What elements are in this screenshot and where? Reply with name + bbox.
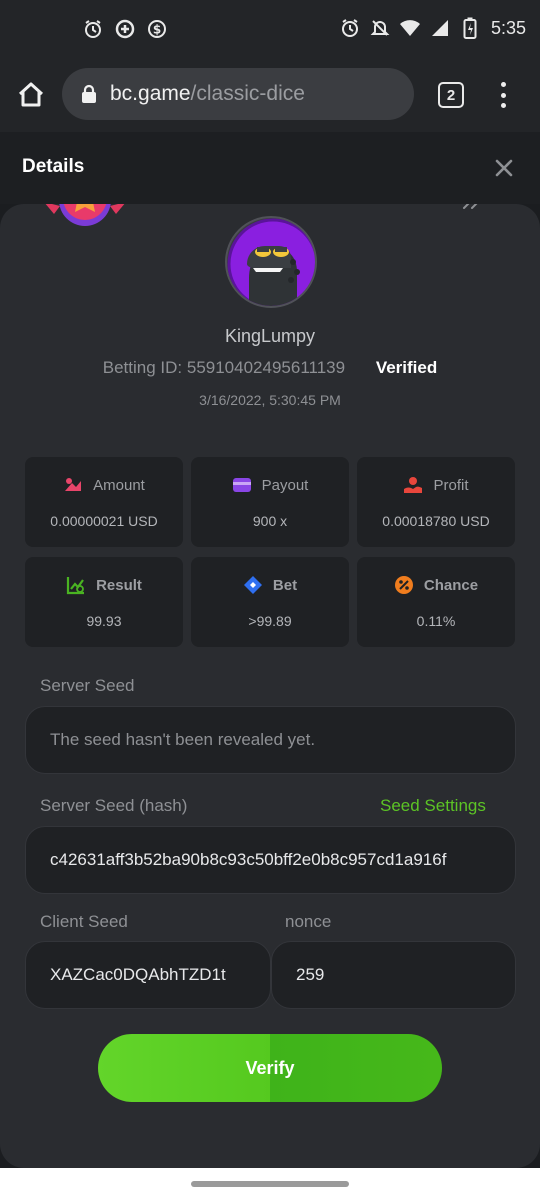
result-chart-icon <box>66 575 86 595</box>
close-icon[interactable] <box>492 156 516 180</box>
betting-id-row: Betting ID: 55910402495611139 Verified <box>0 358 540 378</box>
alarm-icon <box>82 18 104 40</box>
stat-value: 0.00000021 USD <box>50 513 158 529</box>
username: KingLumpy <box>224 326 316 346</box>
dialog-header: Details <box>0 132 540 204</box>
seed-settings-link[interactable]: Seed Settings <box>380 796 486 816</box>
dollar-circle-icon: $ <box>146 18 168 40</box>
server-seed-hash-field[interactable]: c42631aff3b52ba90b8c93c50bff2e0b8c957cd1… <box>25 826 516 894</box>
stat-value: >99.89 <box>248 613 292 629</box>
nonce-label: nonce <box>285 912 332 931</box>
address-bar[interactable]: bc.game/classic-dice <box>62 68 414 120</box>
server-seed-label: Server Seed <box>40 676 135 695</box>
profit-icon <box>403 475 423 495</box>
status-bar: $ 5:35 <box>0 0 540 60</box>
stat-result: Result 99.93 <box>25 557 183 647</box>
stat-value: 99.93 <box>86 613 122 629</box>
stat-profit: Profit 0.00018780 USD <box>357 457 515 547</box>
svg-text:$: $ <box>153 23 161 37</box>
data-saver-icon <box>114 18 136 40</box>
home-gesture-handle[interactable] <box>191 1181 349 1187</box>
nonce-field[interactable]: 259 <box>271 941 516 1009</box>
wifi-icon <box>399 17 421 39</box>
bet-timestamp: 3/16/2022, 5:30:45 PM <box>199 392 341 408</box>
wallet-icon <box>232 475 252 495</box>
stat-chance: Chance 0.11% <box>357 557 515 647</box>
stat-bet: Bet >99.89 <box>191 557 349 647</box>
dialog-title: Details <box>22 156 85 177</box>
alarm-icon <box>339 17 361 39</box>
navigation-bar <box>0 1168 540 1200</box>
verified-badge: Verified <box>375 358 438 377</box>
avatar <box>225 216 317 308</box>
status-left-icons: $ <box>82 18 168 40</box>
stat-label: Profit <box>433 476 469 494</box>
medal-badge-icon <box>42 204 128 232</box>
stat-value: 900 x <box>252 513 288 529</box>
stat-value: 0.11% <box>416 613 456 629</box>
server-seed-field[interactable]: The seed hasn't been revealed yet. <box>25 706 516 774</box>
verify-button[interactable]: Verify <box>98 1034 442 1102</box>
url-path: /classic-dice <box>190 82 305 105</box>
notifications-off-icon <box>369 17 391 39</box>
amount-icon <box>63 475 83 495</box>
battery-icon <box>459 17 481 39</box>
signal-icon <box>429 17 451 39</box>
more-menu-icon[interactable] <box>494 80 512 110</box>
share-icon[interactable] <box>462 204 484 212</box>
stat-label: Bet <box>272 576 298 594</box>
bet-icon <box>243 575 263 595</box>
betting-id: Betting ID: 55910402495611139 <box>102 358 346 377</box>
stat-amount: Amount 0.00000021 USD <box>25 457 183 547</box>
lock-icon <box>80 84 98 104</box>
stat-label: Amount <box>93 476 145 494</box>
url-host: bc.game <box>110 82 191 105</box>
client-seed-field[interactable]: XAZCac0DQAbhTZD1t <box>25 941 271 1009</box>
stat-label: Result <box>96 576 142 594</box>
stat-label: Chance <box>423 576 479 594</box>
client-seed-label: Client Seed <box>40 912 128 931</box>
browser-toolbar: bc.game/classic-dice 2 <box>0 60 540 132</box>
stat-value: 0.00018780 USD <box>382 513 490 529</box>
bet-details-panel: KingLumpy Betting ID: 55910402495611139 … <box>0 204 540 1168</box>
percent-icon <box>394 575 414 595</box>
server-seed-hash-label: Server Seed (hash) <box>40 796 188 815</box>
status-time: 5:35 <box>490 17 526 38</box>
stat-label: Payout <box>261 476 309 494</box>
home-icon[interactable] <box>16 80 46 110</box>
stat-payout: Payout 900 x <box>191 457 349 547</box>
tab-switcher-button[interactable]: 2 <box>438 82 464 108</box>
status-right-icons: 5:35 <box>339 17 526 39</box>
